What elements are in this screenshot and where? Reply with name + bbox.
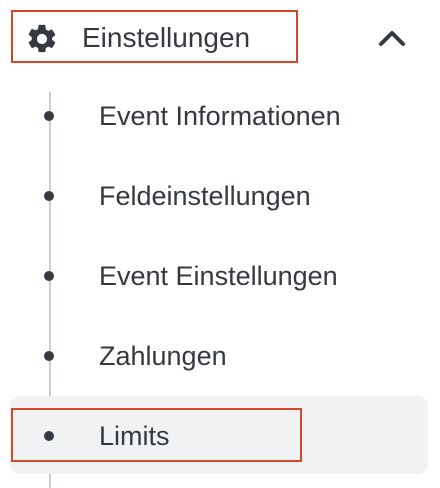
menu-item-label: Event Einstellungen: [99, 261, 338, 291]
bullet-dot: [44, 271, 54, 281]
bullet-dot: [44, 431, 54, 441]
settings-submenu: Event Informationen Feldeinstellungen Ev…: [0, 72, 440, 488]
menu-item-event-informationen[interactable]: Event Informationen: [10, 76, 428, 154]
settings-section-header[interactable]: Einstellungen: [0, 0, 440, 80]
menu-item-label: Event Informationen: [99, 101, 341, 131]
section-title: Einstellungen: [82, 22, 251, 53]
menu-item-event-einstellungen[interactable]: Event Einstellungen: [10, 236, 428, 314]
menu-item-feldeinstellungen[interactable]: Feldeinstellungen: [10, 156, 428, 234]
bullet-dot: [44, 111, 54, 121]
menu-item-limits[interactable]: Limits: [10, 396, 428, 474]
gear-icon: [28, 24, 56, 53]
bullet-dot: [44, 351, 54, 361]
menu-item-zahlungen[interactable]: Zahlungen: [10, 316, 428, 394]
bullet-dot: [44, 191, 54, 201]
menu-item-label: Limits: [99, 421, 170, 451]
chevron-up-icon[interactable]: [374, 24, 410, 52]
menu-item-label: Zahlungen: [99, 341, 227, 371]
menu-item-label: Feldeinstellungen: [99, 181, 311, 211]
